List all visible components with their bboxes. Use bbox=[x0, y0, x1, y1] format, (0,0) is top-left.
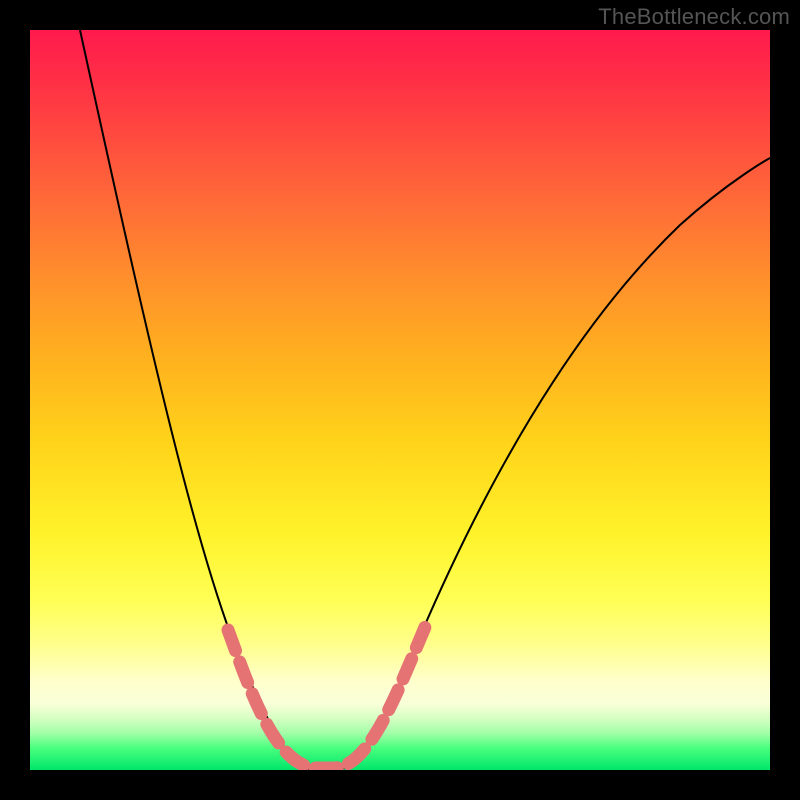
watermark-text: TheBottleneck.com bbox=[598, 4, 790, 30]
chart-svg bbox=[30, 30, 770, 770]
marker-band bbox=[228, 620, 428, 768]
plot-area bbox=[30, 30, 770, 770]
bottleneck-curve bbox=[80, 30, 770, 770]
chart-frame: TheBottleneck.com bbox=[0, 0, 800, 800]
